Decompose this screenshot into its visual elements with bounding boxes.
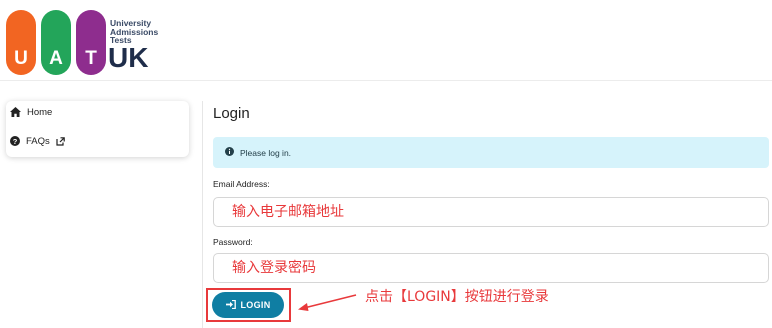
login-button[interactable]: LOGIN	[212, 292, 284, 318]
annotation-text: 点击【LOGIN】按钮进行登录	[365, 289, 549, 305]
password-label: Password:	[213, 237, 253, 247]
email-label: Email Address:	[213, 179, 270, 189]
logo-uk: UK	[108, 42, 149, 73]
email-field[interactable]	[213, 197, 769, 227]
sidebar-item-home-label: Home	[27, 106, 53, 118]
logo-letter-u: U	[14, 48, 28, 69]
logo-pill-a: A	[41, 10, 71, 75]
header: U A T University Admissions Tests UK	[0, 0, 772, 81]
logo-letter-a: A	[49, 48, 63, 69]
sign-in-icon	[225, 299, 236, 311]
password-field[interactable]	[213, 253, 769, 283]
sidebar-item-faqs[interactable]: ? FAQs	[10, 133, 65, 149]
info-alert: Please log in.	[213, 137, 769, 168]
content-divider	[202, 101, 203, 328]
logo-letter-t: T	[85, 48, 97, 69]
alert-text: Please log in.	[240, 147, 292, 158]
annotation-arrow-icon	[298, 294, 357, 311]
logo-pill-t: T	[76, 10, 106, 75]
sidebar-item-faqs-label: FAQs	[26, 135, 50, 147]
question-circle-icon: ?	[10, 136, 20, 146]
external-link-icon	[56, 136, 65, 146]
logo-pill-u: U	[6, 10, 36, 75]
page-title: Login	[213, 105, 250, 122]
sidebar-item-home[interactable]: Home	[10, 104, 52, 120]
home-icon	[10, 107, 21, 117]
svg-text:?: ?	[13, 137, 18, 146]
logo-subtitle: University Admissions Tests	[110, 19, 180, 45]
info-circle-icon	[225, 147, 234, 158]
login-button-label: LOGIN	[240, 300, 271, 310]
uat-uk-logo[interactable]: U A T University Admissions Tests UK	[6, 10, 176, 78]
